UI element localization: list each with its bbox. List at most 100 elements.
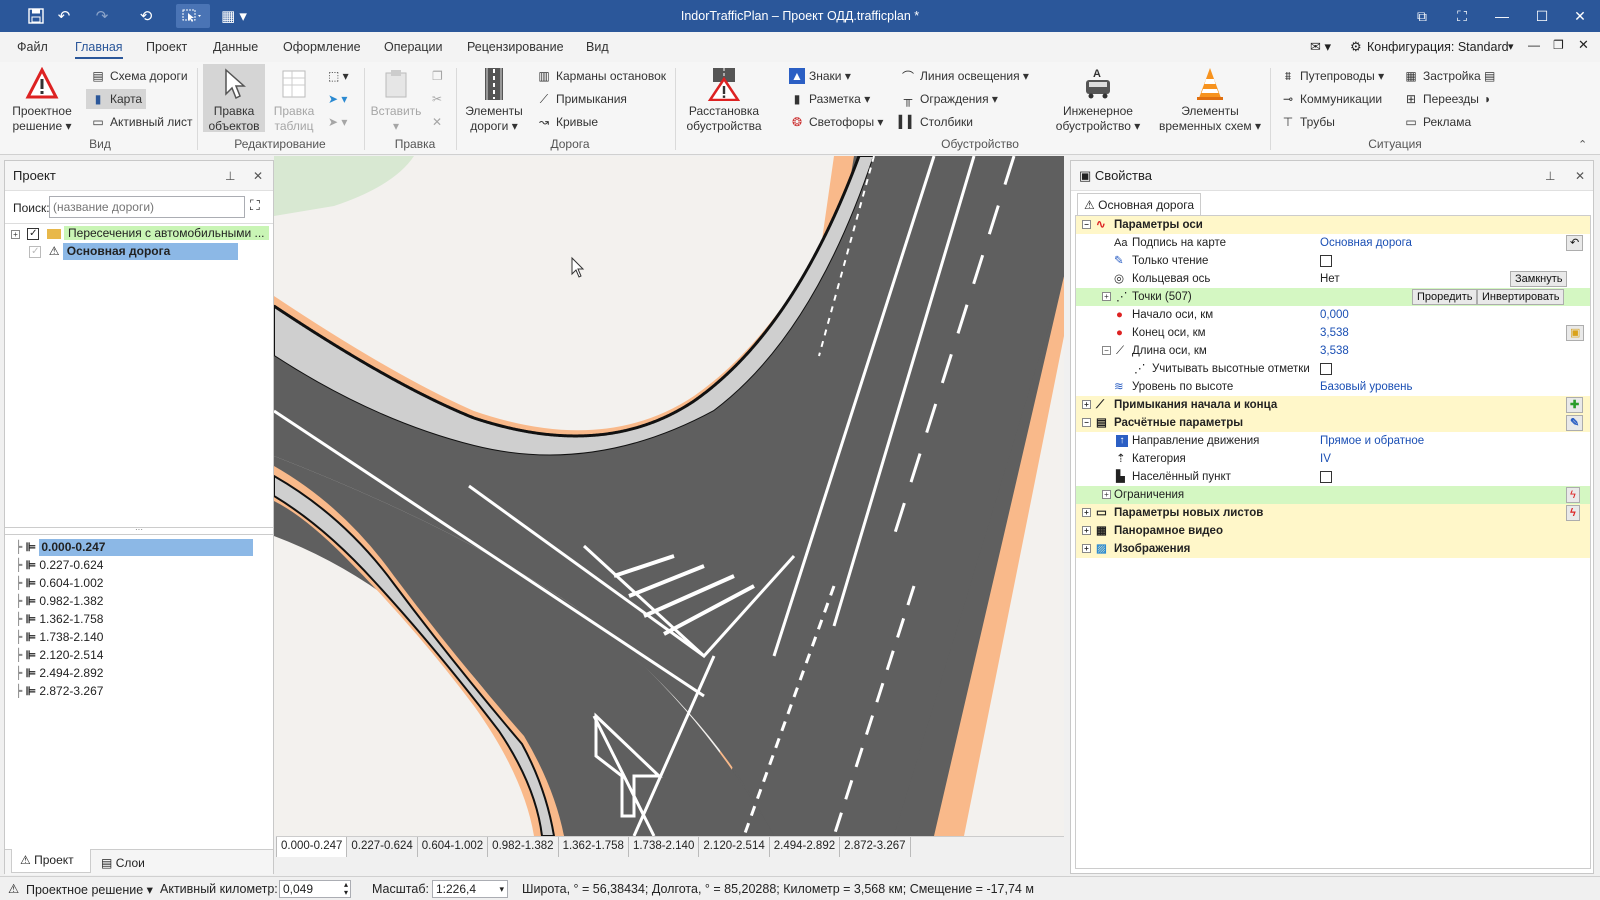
section-item[interactable]: ┝ ⊫ 0.982-1.382 [15,593,271,610]
project-solution-button[interactable]: Проектное решение ▾ [8,66,76,134]
signs-button[interactable]: ▲ Знаки ▾ [789,66,851,86]
pipes-button[interactable]: ⊤ Трубы [1280,112,1335,132]
expand-icon[interactable]: + [1082,544,1091,553]
select-tool-icon[interactable]: ⬚ ▾ [328,66,349,86]
prop-value[interactable]: Нет [1320,270,1340,288]
sheet-tab[interactable]: 0.227-0.624 [347,837,418,857]
configuration-selector[interactable]: Конфигурация: Standard [1367,40,1509,54]
splitter[interactable]: ··· [5,526,273,535]
tab-view[interactable]: Вид [586,40,609,54]
tunnel-icon[interactable]: ◗ [1484,89,1491,109]
traffic-lights-button[interactable]: ❂ Светофоры ▾ [789,112,883,132]
tab-data[interactable]: Данные [213,40,258,54]
edit-objects-button[interactable]: Правка объектов [203,64,265,133]
tab-project[interactable]: Проект [146,40,187,54]
save-icon[interactable] [24,4,48,28]
chevron-down-icon[interactable]: ▾ [1508,40,1514,53]
fences-button[interactable]: ╥ Ограждения ▾ [900,89,998,109]
group-axis-params[interactable]: − ∿ Параметры оси [1076,216,1590,234]
spinner-icon[interactable]: ▴ ▾ [344,881,348,897]
pencil-icon[interactable]: ✎ [1566,415,1584,431]
edit-tables-button[interactable]: Правка таблиц [268,66,320,134]
section-item[interactable]: ┝ ⊫ 1.738-2.140 [15,629,271,646]
prop-end[interactable]: ● Конец оси, км 3,538 ▣ [1076,324,1590,342]
search-input[interactable] [49,196,245,218]
chevron-down-icon[interactable]: ▾ [499,881,504,897]
sheet-tab[interactable]: 0.000-0.247 [276,837,348,857]
utilities-button[interactable]: ⊸ Коммуникации [1280,89,1382,109]
tab-layers[interactable]: ▤ Слои [101,853,145,873]
cut-icon[interactable]: ✂ [432,89,442,109]
pointer-tool-icon[interactable]: ➤ ▾ [328,89,347,109]
flash-icon[interactable]: ϟ [1566,487,1580,503]
tree-item-main-road[interactable]: ✓ ⚠ Основная дорога [11,243,271,260]
marking-button[interactable]: ▮ Разметка ▾ [789,89,871,109]
map-button[interactable]: ▮ Карта [86,89,147,109]
temp-schemes-button[interactable]: Элементы временных схем ▾ [1155,66,1265,134]
section-item[interactable]: ┝ ⊫ 2.872-3.267 [15,683,271,700]
section-item[interactable]: ┝ ⊫ 1.362-1.758 [15,611,271,628]
group-panorama[interactable]: + ▦ Панорамное видео [1076,522,1590,540]
active-sheet-button[interactable]: ▭ Активный лист [90,112,192,132]
close-panel-icon[interactable]: ✕ [253,161,263,191]
prop-limits[interactable]: + Ограничения ϟ [1076,486,1590,504]
junctions-button[interactable]: ⟋ Примыкания [536,89,627,109]
select-mode-icon[interactable] [176,4,210,28]
curves-button[interactable]: ↝ Кривые [536,112,598,132]
tab-review[interactable]: Рецензирование [467,40,564,54]
lighting-line-button[interactable]: ⌒ Линия освещения ▾ [900,66,1029,86]
refresh-icon[interactable]: ⟲ [134,4,158,28]
map-canvas[interactable] [274,156,1064,836]
prop-value[interactable]: Базовый уровень [1320,378,1412,396]
group-calc-params[interactable]: − ▤ Расчётные параметры ✎ [1076,414,1590,432]
layout-dropdown-icon[interactable]: ▦ ▾ [218,4,250,28]
collapse-ribbon-icon[interactable]: ⌃ [1578,138,1587,151]
prop-ring-axis[interactable]: ◎ Кольцевая ось Нет Замкнуть [1076,270,1590,288]
delete-icon[interactable]: ✕ [432,112,442,132]
sheet-tab[interactable]: 0.604-1.002 [418,837,489,857]
sheet-tab[interactable]: 1.362-1.758 [559,837,629,857]
prop-map-caption[interactable]: Aa Подпись на карте Основная дорога ↶ [1076,234,1590,252]
collapse-icon[interactable]: − [1082,220,1091,229]
search-binoculars-icon[interactable]: ⛶ [250,197,260,214]
sheet-tab[interactable]: 2.872-3.267 [840,837,911,857]
help-icon[interactable]: ⧉ [1402,0,1442,32]
sheet-tab[interactable]: 2.120-2.514 [699,837,770,857]
active-km-input[interactable]: 0,049 ▴ ▾ [279,880,351,898]
section-item[interactable]: ┝ ⊫ 0.000-0.247 [15,539,271,556]
prop-settlement[interactable]: ▙ Населённый пункт [1076,468,1590,486]
crossings-button[interactable]: ⊞ Переезды [1403,89,1479,109]
advertising-button[interactable]: ▭ Реклама [1403,112,1471,132]
engineering-button[interactable]: A Инженерное обустройство ▾ [1050,66,1146,134]
restore-window-icon[interactable]: ❐ [1553,38,1564,52]
group-junctions[interactable]: + ⟋ Примыкания начала и конца ✚ [1076,396,1590,414]
close-panel-icon[interactable]: ✕ [1575,161,1585,191]
road-elements-button[interactable]: Элементы дороги ▾ [462,66,526,134]
prop-value[interactable]: Прямое и обратное [1320,432,1424,450]
prop-value[interactable]: 0,000 [1320,306,1349,324]
prop-value[interactable]: IV [1320,450,1331,468]
move-tool-icon[interactable]: ➤ ▾ [328,112,347,132]
copy-icon[interactable]: ❐ [432,66,443,86]
bus-stops-button[interactable]: ▥ Карманы остановок [536,66,666,86]
close-icon[interactable]: ✕ [1560,0,1600,32]
tab-project-panel[interactable]: ⚠ Проект [11,849,91,873]
mode-selector[interactable]: Проектное решение ▾ [26,882,153,897]
redo-icon[interactable]: ↷ [90,4,114,28]
tab-operations[interactable]: Операции [384,40,442,54]
prop-category[interactable]: ⇡ Категория IV [1076,450,1590,468]
section-item[interactable]: ┝ ⊫ 0.604-1.002 [15,575,271,592]
prop-readonly[interactable]: ✎ Только чтение [1076,252,1590,270]
collapse-icon[interactable]: − [1102,346,1111,355]
road-scheme-button[interactable]: ▤ Схема дороги [90,66,187,86]
prop-length[interactable]: − ⟋ Длина оси, км 3,538 [1076,342,1590,360]
extra-situation-icon[interactable]: ▤ [1484,66,1495,86]
pin-icon[interactable]: ⊥ [225,161,235,191]
prop-start[interactable]: ● Начало оси, км 0,000 [1076,306,1590,324]
section-item[interactable]: ┝ ⊫ 2.494-2.892 [15,665,271,682]
prop-direction[interactable]: ↑ Направление движения Прямое и обратное [1076,432,1590,450]
overpasses-button[interactable]: ⩩ Путепроводы ▾ [1280,66,1384,86]
expand-icon[interactable]: + [1102,292,1111,301]
settlement-checkbox[interactable] [1320,471,1332,483]
sheet-tab[interactable]: 0.982-1.382 [488,837,559,857]
